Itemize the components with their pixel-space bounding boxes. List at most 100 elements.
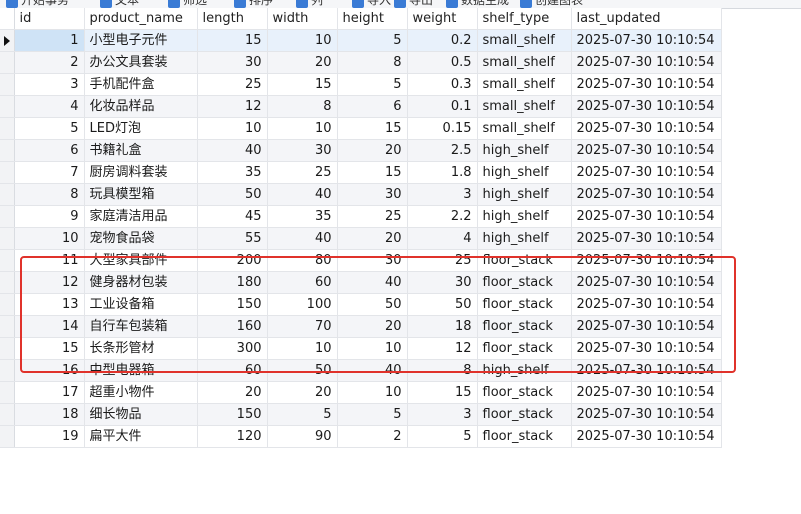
cell-width[interactable]: 10 — [267, 117, 338, 140]
table-row[interactable]: 19 扁平大件 120 90 2 5 floor_stack 2025-07-30 10:10… — [0, 425, 722, 448]
column-header-shelf-type[interactable]: shelf_type — [477, 8, 572, 30]
cell-width[interactable]: 15 — [267, 73, 338, 96]
cell-shelf-type[interactable]: floor_stack — [477, 315, 572, 338]
cell-length[interactable]: 30 — [197, 51, 268, 74]
cell-product-name[interactable]: 手机配件盒 — [84, 73, 198, 96]
cell-last-updated[interactable]: 2025-07-30 10:10:54 — [571, 227, 722, 250]
cell-id[interactable]: 10 — [14, 227, 85, 250]
cell-width[interactable]: 90 — [267, 425, 338, 448]
cell-weight[interactable]: 0.15 — [407, 117, 478, 140]
cell-id[interactable]: 9 — [14, 205, 85, 228]
table-row[interactable]: 18 细长物品 150 5 5 3 floor_stack 2025-07-30 10:10:… — [0, 403, 722, 426]
cell-height[interactable]: 40 — [337, 271, 408, 294]
columns-button[interactable]: 列 — [296, 0, 323, 8]
sort-button[interactable]: 排序 — [234, 0, 273, 8]
cell-width[interactable]: 5 — [267, 403, 338, 426]
row-indicator[interactable] — [0, 73, 15, 96]
column-header-last-updated[interactable]: last_updated — [571, 8, 722, 30]
cell-length[interactable]: 150 — [197, 403, 268, 426]
cell-width[interactable]: 100 — [267, 293, 338, 316]
cell-weight[interactable]: 8 — [407, 359, 478, 382]
cell-shelf-type[interactable]: small_shelf — [477, 51, 572, 74]
cell-shelf-type[interactable]: floor_stack — [477, 403, 572, 426]
row-indicator[interactable] — [0, 315, 15, 338]
cell-width[interactable]: 40 — [267, 227, 338, 250]
row-indicator[interactable] — [0, 271, 15, 294]
cell-length[interactable]: 120 — [197, 425, 268, 448]
row-indicator[interactable] — [0, 183, 15, 206]
cell-last-updated[interactable]: 2025-07-30 10:10:54 — [571, 95, 722, 118]
cell-length[interactable]: 45 — [197, 205, 268, 228]
cell-id[interactable]: 17 — [14, 381, 85, 404]
cell-id[interactable]: 4 — [14, 95, 85, 118]
cell-product-name[interactable]: 中型电器箱 — [84, 359, 198, 382]
cell-id[interactable]: 15 — [14, 337, 85, 360]
table-row[interactable]: 13 工业设备箱 150 100 50 50 floor_stack 2025-07-30 1… — [0, 293, 722, 316]
cell-weight[interactable]: 1.8 — [407, 161, 478, 184]
cell-weight[interactable]: 0.3 — [407, 73, 478, 96]
row-indicator[interactable] — [0, 29, 15, 52]
cell-width[interactable]: 20 — [267, 381, 338, 404]
cell-width[interactable]: 60 — [267, 271, 338, 294]
cell-height[interactable]: 5 — [337, 403, 408, 426]
filter-button[interactable]: 筛选 — [168, 0, 207, 8]
cell-weight[interactable]: 25 — [407, 249, 478, 272]
cell-product-name[interactable]: 宠物食品袋 — [84, 227, 198, 250]
column-header-weight[interactable]: weight — [407, 8, 478, 30]
cell-height[interactable]: 40 — [337, 359, 408, 382]
table-row[interactable]: 17 超重小物件 20 20 10 15 floor_stack 2025-07-30 10:… — [0, 381, 722, 404]
cell-product-name[interactable]: 工业设备箱 — [84, 293, 198, 316]
cell-height[interactable]: 30 — [337, 249, 408, 272]
cell-width[interactable]: 35 — [267, 205, 338, 228]
table-row[interactable]: 7 厨房调料套装 35 25 15 1.8 high_shelf 2025-07-30 10:… — [0, 161, 722, 184]
cell-id[interactable]: 11 — [14, 249, 85, 272]
cell-id[interactable]: 8 — [14, 183, 85, 206]
cell-product-name[interactable]: 自行车包装箱 — [84, 315, 198, 338]
cell-height[interactable]: 20 — [337, 227, 408, 250]
cell-weight[interactable]: 4 — [407, 227, 478, 250]
cell-shelf-type[interactable]: floor_stack — [477, 337, 572, 360]
cell-width[interactable]: 30 — [267, 139, 338, 162]
cell-product-name[interactable]: 玩具模型箱 — [84, 183, 198, 206]
row-indicator[interactable] — [0, 161, 15, 184]
cell-last-updated[interactable]: 2025-07-30 10:10:54 — [571, 161, 722, 184]
cell-length[interactable]: 55 — [197, 227, 268, 250]
table-row[interactable]: 1 小型电子元件 15 10 5 0.2 small_shelf 2025-07-30 10:… — [0, 29, 722, 52]
row-indicator[interactable] — [0, 381, 15, 404]
cell-weight[interactable]: 12 — [407, 337, 478, 360]
cell-width[interactable]: 8 — [267, 95, 338, 118]
cell-id[interactable]: 19 — [14, 425, 85, 448]
cell-length[interactable]: 60 — [197, 359, 268, 382]
table-row[interactable]: 6 书籍礼盒 40 30 20 2.5 high_shelf 2025-07-30 10:10… — [0, 139, 722, 162]
cell-shelf-type[interactable]: floor_stack — [477, 249, 572, 272]
cell-weight[interactable]: 18 — [407, 315, 478, 338]
cell-width[interactable]: 20 — [267, 51, 338, 74]
cell-height[interactable]: 20 — [337, 139, 408, 162]
table-row[interactable]: 12 健身器材包装 180 60 40 30 floor_stack 2025-07-30 1… — [0, 271, 722, 294]
table-row[interactable]: 5 LED灯泡 10 10 15 0.15 small_shelf 2025-07-30 10… — [0, 117, 722, 140]
cell-weight[interactable]: 50 — [407, 293, 478, 316]
column-header-product-name[interactable]: product_name — [84, 8, 198, 30]
table-row[interactable]: 11 大型家具部件 200 80 30 25 floor_stack 2025-07-30 1… — [0, 249, 722, 272]
cell-product-name[interactable]: 化妆品样品 — [84, 95, 198, 118]
cell-height[interactable]: 8 — [337, 51, 408, 74]
cell-last-updated[interactable]: 2025-07-30 10:10:54 — [571, 337, 722, 360]
cell-product-name[interactable]: 长条形管材 — [84, 337, 198, 360]
import-button[interactable]: 导入 — [352, 0, 391, 8]
row-indicator[interactable] — [0, 359, 15, 382]
cell-weight[interactable]: 0.2 — [407, 29, 478, 52]
row-indicator[interactable] — [0, 337, 15, 360]
cell-height[interactable]: 2 — [337, 425, 408, 448]
cell-width[interactable]: 40 — [267, 183, 338, 206]
cell-id[interactable]: 6 — [14, 139, 85, 162]
cell-height[interactable]: 15 — [337, 117, 408, 140]
cell-length[interactable]: 150 — [197, 293, 268, 316]
cell-width[interactable]: 70 — [267, 315, 338, 338]
cell-last-updated[interactable]: 2025-07-30 10:10:54 — [571, 403, 722, 426]
cell-last-updated[interactable]: 2025-07-30 10:10:54 — [571, 249, 722, 272]
text-button[interactable]: 文本 — [100, 0, 139, 8]
create-chart-button[interactable]: 创建图表 — [520, 0, 583, 8]
row-indicator[interactable] — [0, 403, 15, 426]
cell-last-updated[interactable]: 2025-07-30 10:10:54 — [571, 293, 722, 316]
table-row[interactable]: 15 长条形管材 300 10 10 12 floor_stack 2025-07-30 10… — [0, 337, 722, 360]
